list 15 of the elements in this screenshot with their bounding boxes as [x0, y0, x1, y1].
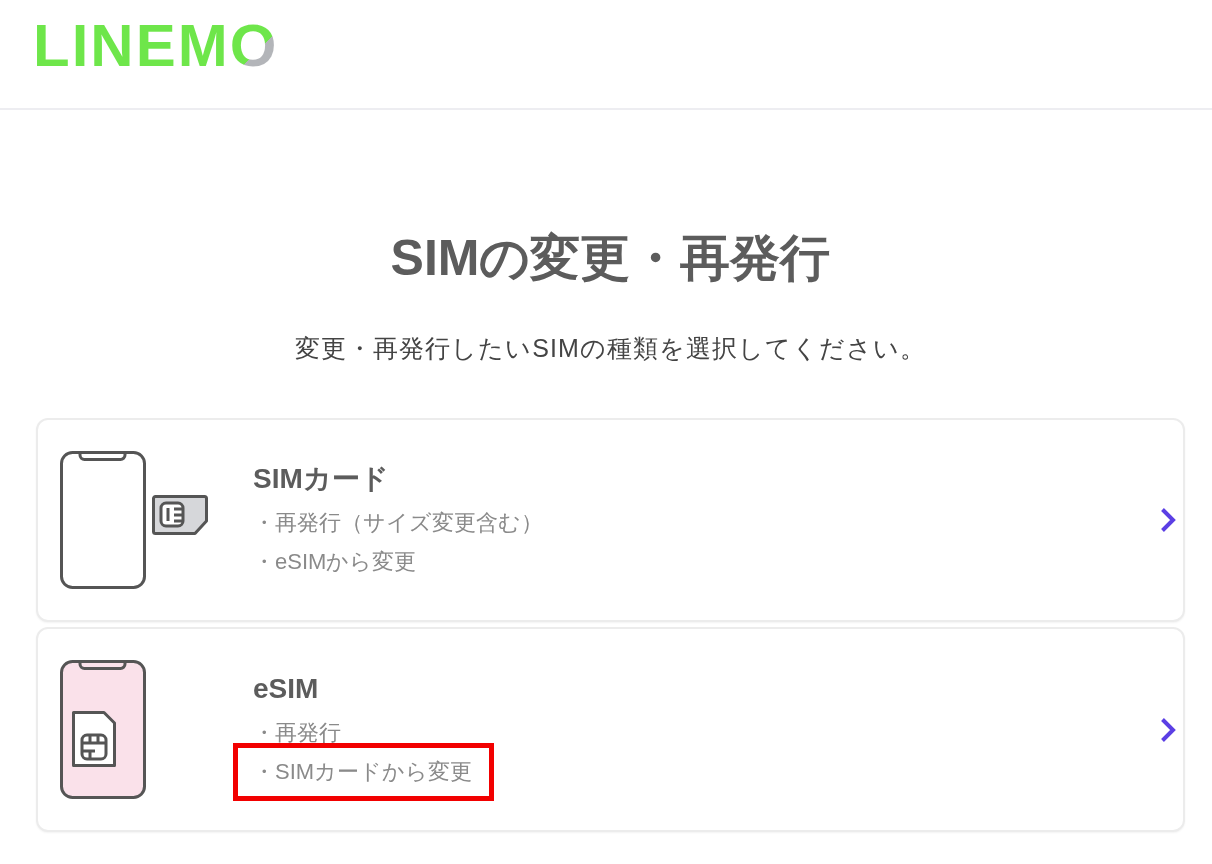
- phone-icon: [60, 451, 146, 589]
- option-detail: ・SIMカードから変更: [253, 757, 473, 786]
- option-detail: ・再発行: [253, 718, 341, 747]
- option-detail: ・eSIMから変更: [253, 548, 417, 576]
- option-title: SIMカード: [253, 462, 389, 496]
- option-title: eSIM: [253, 671, 319, 706]
- phone-with-sim-icon: [60, 660, 146, 799]
- page-title: SIMの変更・再発行: [389, 230, 832, 286]
- sim-option-card[interactable]: eSIM ・再発行 ・SIMカードから変更: [36, 627, 1185, 832]
- option-detail: ・再発行（サイズ変更含む）: [253, 509, 543, 537]
- sim-card-icon: [152, 495, 208, 535]
- page-subtitle: 変更・再発行したいSIMの種類を選択してください。: [294, 333, 927, 364]
- sim-option-card[interactable]: SIMカード ・再発行（サイズ変更含む） ・eSIMから変更: [36, 418, 1185, 622]
- chevron-right-icon: [1160, 716, 1176, 743]
- chevron-right-icon: [1160, 507, 1176, 533]
